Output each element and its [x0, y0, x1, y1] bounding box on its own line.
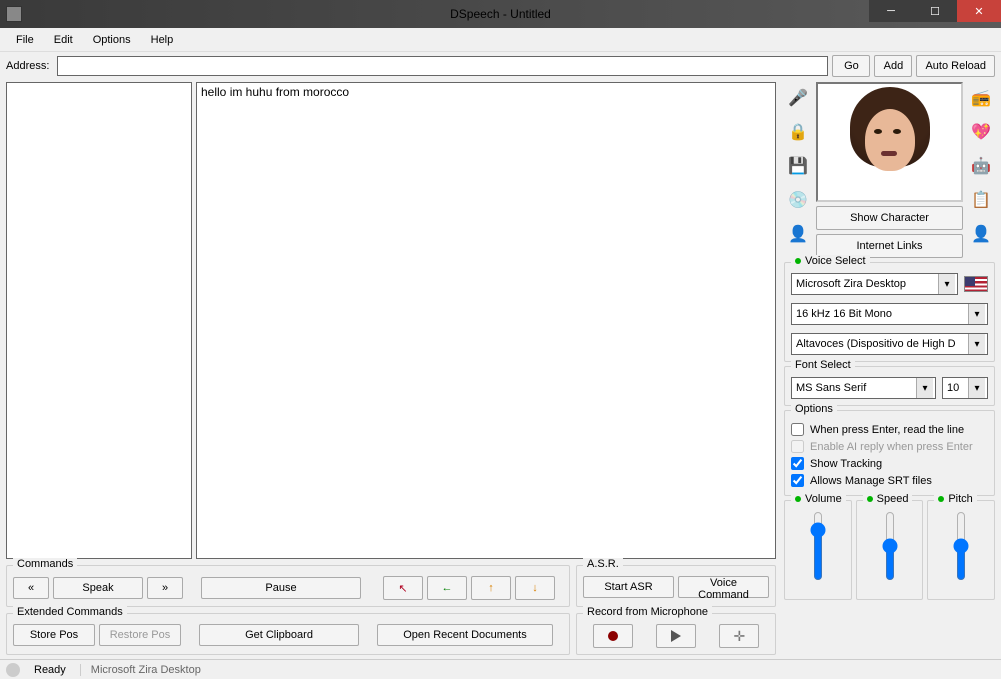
flag-us-icon — [964, 276, 988, 292]
arrow-upleft-button[interactable]: ↖ — [383, 576, 423, 600]
title-bar: DSpeech - Untitled ─ ☐ ✕ — [0, 0, 1001, 28]
font-select[interactable]: MS Sans Serif — [791, 377, 936, 399]
voice-select-legend: Voice Select — [791, 255, 870, 267]
arrow-down-button[interactable]: ↓ — [515, 576, 555, 600]
arrow-left-icon: ← — [442, 582, 453, 594]
start-asr-button[interactable]: Start ASR — [583, 576, 674, 598]
volume-legend: Volume — [791, 493, 846, 505]
device-select[interactable]: Altavoces (Dispositivo de High D — [791, 333, 988, 355]
microphone-icon[interactable]: 🎤 — [786, 86, 810, 110]
asr-legend: A.S.R. — [583, 558, 623, 570]
option-ai-reply-checkbox — [791, 440, 804, 453]
status-ready: Ready — [34, 664, 66, 676]
app-icon — [6, 6, 22, 22]
arrow-left-button[interactable]: ← — [427, 576, 467, 600]
show-character-button[interactable]: Show Character — [816, 206, 963, 230]
option-ai-reply: Enable AI reply when press Enter — [791, 438, 988, 455]
menu-help[interactable]: Help — [141, 31, 184, 49]
extended-commands-legend: Extended Commands — [13, 606, 127, 618]
status-bar: Ready Microsoft Zira Desktop — [0, 659, 1001, 679]
play-button[interactable] — [656, 624, 696, 648]
plus-icon: ✛ — [733, 628, 745, 645]
option-show-tracking-checkbox[interactable] — [791, 457, 804, 470]
font-size-select[interactable]: 10 — [942, 377, 988, 399]
status-icon — [6, 663, 20, 677]
character-picture — [816, 82, 963, 202]
next-button[interactable]: » — [147, 577, 183, 599]
add-button[interactable]: Add — [874, 55, 912, 77]
close-button[interactable]: ✕ — [957, 0, 1001, 22]
tree-pane[interactable] — [6, 82, 192, 559]
record-icon — [608, 631, 618, 641]
option-manage-srt[interactable]: Allows Manage SRT files — [791, 472, 988, 489]
arrow-down-icon: ↓ — [532, 582, 538, 594]
prev-button[interactable]: « — [13, 577, 49, 599]
option-show-tracking[interactable]: Show Tracking — [791, 455, 988, 472]
radio-icon[interactable]: 📻 — [969, 86, 993, 110]
commands-legend: Commands — [13, 558, 77, 570]
speed-slider[interactable] — [880, 511, 900, 581]
lock-icon[interactable]: 🔒 — [786, 120, 810, 144]
address-label: Address: — [6, 60, 49, 72]
go-button[interactable]: Go — [832, 55, 870, 77]
font-select-legend: Font Select — [791, 359, 855, 371]
avatar2-icon[interactable]: 👤 — [969, 222, 993, 246]
option-enter-read-checkbox[interactable] — [791, 423, 804, 436]
record-legend: Record from Microphone — [583, 606, 712, 618]
format-select[interactable]: 16 kHz 16 Bit Mono — [791, 303, 988, 325]
minimize-button[interactable]: ─ — [869, 0, 913, 22]
arrow-upleft-icon: ↖ — [398, 582, 407, 595]
menu-edit[interactable]: Edit — [44, 31, 83, 49]
pitch-slider[interactable] — [951, 511, 971, 581]
cd-icon[interactable]: 💿 — [786, 188, 810, 212]
save-disk-icon[interactable]: 💾 — [786, 154, 810, 178]
record-button[interactable] — [593, 624, 633, 648]
speak-button[interactable]: Speak — [53, 577, 143, 599]
pause-button[interactable]: Pause — [201, 577, 361, 599]
window-title: DSpeech - Untitled — [0, 7, 1001, 21]
voice-command-button[interactable]: Voice Command — [678, 576, 769, 598]
option-manage-srt-checkbox[interactable] — [791, 474, 804, 487]
open-recent-button[interactable]: Open Recent Documents — [377, 624, 553, 646]
volume-slider[interactable] — [808, 511, 828, 581]
arrow-up-icon: ↑ — [488, 582, 494, 594]
menu-bar: File Edit Options Help — [0, 28, 1001, 52]
record-add-button[interactable]: ✛ — [719, 624, 759, 648]
speed-legend: Speed — [863, 493, 913, 505]
options-legend: Options — [791, 403, 837, 415]
status-voice: Microsoft Zira Desktop — [80, 664, 201, 676]
auto-reload-button[interactable]: Auto Reload — [916, 55, 995, 77]
menu-options[interactable]: Options — [83, 31, 141, 49]
restore-pos-button: Restore Pos — [99, 624, 181, 646]
address-row: Address: Go Add Auto Reload — [0, 52, 1001, 80]
option-enter-read[interactable]: When press Enter, read the line — [791, 421, 988, 438]
address-input[interactable] — [57, 56, 828, 76]
menu-file[interactable]: File — [6, 31, 44, 49]
arrow-up-button[interactable]: ↑ — [471, 576, 511, 600]
pitch-legend: Pitch — [934, 493, 976, 505]
text-editor[interactable]: hello im huhu from morocco — [196, 82, 776, 559]
play-icon — [671, 630, 681, 642]
store-pos-button[interactable]: Store Pos — [13, 624, 95, 646]
maximize-button[interactable]: ☐ — [913, 0, 957, 22]
clipboard-icon[interactable]: 📋 — [969, 188, 993, 212]
heart-icon[interactable]: 💖 — [969, 120, 993, 144]
avatar1-icon[interactable]: 👤 — [786, 222, 810, 246]
get-clipboard-button[interactable]: Get Clipboard — [199, 624, 359, 646]
robot-icon[interactable]: 🤖 — [969, 154, 993, 178]
voice-select[interactable]: Microsoft Zira Desktop — [791, 273, 958, 295]
